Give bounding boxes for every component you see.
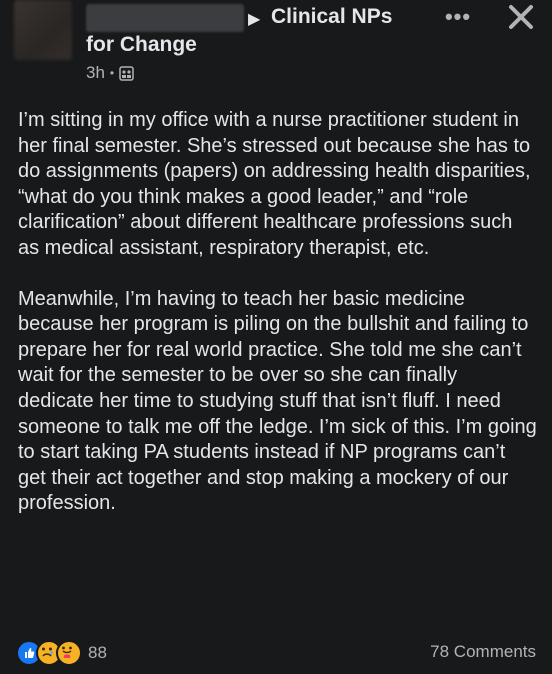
reaction-count: 88 (88, 643, 107, 662)
group-name[interactable]: Clinical NPs (271, 5, 392, 29)
post-body: I’m sitting in my office with a nurse pr… (18, 108, 538, 542)
post-time[interactable]: 3h (86, 63, 105, 83)
care-icon (56, 640, 82, 666)
group-name-continued[interactable]: for Change (86, 33, 197, 57)
group-audience-icon (119, 65, 134, 81)
more-options-icon[interactable]: ••• (440, 2, 476, 32)
comments-link[interactable]: 78 Comments (430, 642, 536, 662)
post-meta: 3h • (86, 63, 134, 83)
reactions-summary[interactable]: 88 (16, 640, 107, 666)
separator-dot: • (109, 66, 115, 80)
author-avatar[interactable] (14, 0, 72, 60)
post-paragraph: I’m sitting in my office with a nurse pr… (18, 109, 531, 259)
close-icon[interactable] (504, 0, 538, 34)
author-name-redacted[interactable] (86, 4, 244, 32)
post-footer: 88 78 Comments (16, 638, 536, 666)
arrow-right-icon: ▶ (248, 11, 261, 28)
post-paragraph: Meanwhile, I’m having to teach her basic… (18, 287, 537, 515)
